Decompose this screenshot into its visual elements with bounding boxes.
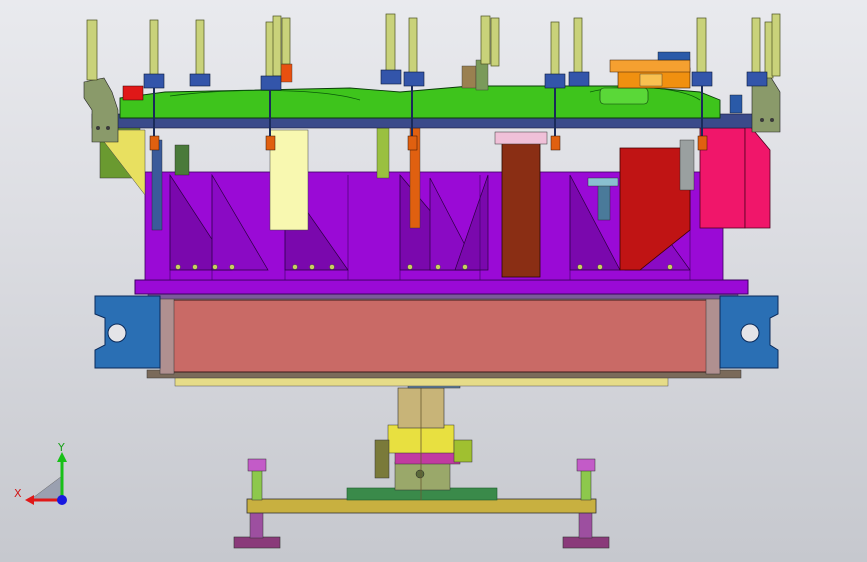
- base-assembly: [233, 377, 610, 549]
- post-right: [578, 511, 593, 539]
- dark-bracket: [374, 439, 390, 479]
- hub-bolt: [415, 469, 425, 479]
- post-left: [249, 511, 264, 539]
- side-gear: [453, 439, 473, 463]
- frame-bottom-plate: [134, 279, 749, 295]
- cad-viewport[interactable]: Y X: [0, 0, 867, 562]
- drum-assembly: [94, 290, 779, 387]
- turntable-collar: [394, 451, 461, 465]
- coordinate-triad-icon: Y X: [14, 441, 67, 505]
- triad-x-label: X: [14, 487, 22, 500]
- end-block-left: [94, 295, 161, 369]
- triad-y-label: Y: [57, 441, 65, 454]
- bolt-left-shank: [251, 469, 263, 501]
- drum-body: [171, 299, 709, 373]
- bolt-left-head: [247, 458, 267, 472]
- bolt-right-shank: [580, 469, 592, 501]
- brown-block: [501, 141, 541, 278]
- assembly-drawing[interactable]: Y X: [0, 0, 867, 562]
- top-rail-assembly: [91, 51, 758, 129]
- bolt-right-head: [576, 458, 596, 472]
- foot-right: [562, 536, 610, 549]
- foot-left: [233, 536, 281, 549]
- base-plate: [246, 498, 597, 514]
- triad-z-axis: [57, 495, 67, 505]
